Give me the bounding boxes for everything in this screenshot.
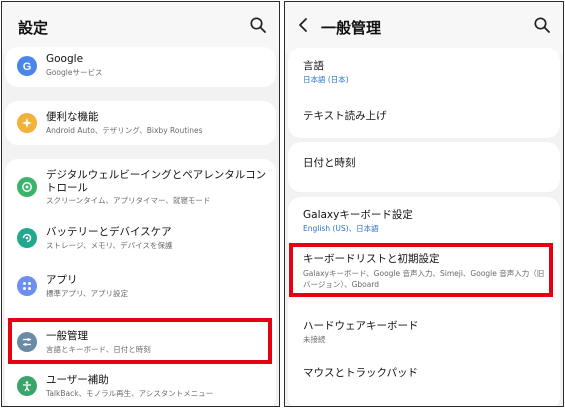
general-item-mouse-trackpad[interactable]: マウスとトラックパッド [288, 357, 560, 397]
settings-item-accessibility[interactable]: ユーザー補助 TalkBack、モノラル再生、アシスタントメニュー [5, 365, 276, 406]
search-icon[interactable] [249, 16, 267, 34]
item-subtitle: English (US)、日本語 [303, 224, 379, 233]
item-subtitle: 未接続 [303, 335, 326, 344]
item-subtitle: Googleサービス [46, 68, 103, 77]
item-subtitle: ストレージ、メモリ、デバイスを保護 [46, 241, 173, 250]
general-item-hardware-keyboard[interactable]: ハードウェアキーボード 未接続 [288, 309, 560, 353]
general-card-keyboard: Galaxyキーボード設定 English (US)、日本語 キーボードリストと… [288, 197, 560, 406]
device-care-icon [17, 228, 37, 248]
item-title: キーボードリストと初期設定 [303, 253, 440, 265]
page-title: 一般管理 [321, 19, 382, 37]
settings-card-google: G Google Googleサービス [5, 47, 276, 87]
apps-icon [17, 276, 37, 296]
google-icon: G [17, 56, 37, 76]
item-subtitle-line1: Galaxyキーボード、Google 音声入力、Simeji、Google 音声… [303, 269, 545, 278]
item-subtitle: 日本語 (日本) [303, 75, 349, 84]
item-title: 日付と時刻 [303, 157, 356, 169]
item-subtitle: スクリーンタイム、アプリタイマー、就寝モード [46, 196, 211, 205]
item-title: 便利な機能 [46, 111, 99, 123]
settings-item-google[interactable]: G Google Googleサービス [5, 47, 276, 87]
settings-item-general-management[interactable]: 一般管理 言語とキーボード、日付と時刻 [5, 321, 276, 365]
general-item-galaxy-keyboard[interactable]: Galaxyキーボード設定 English (US)、日本語 [288, 197, 560, 241]
search-icon[interactable] [533, 16, 551, 34]
general-management-panel: 一般管理 言語 日本語 (日本) テキスト読み上げ 日付と時刻 Galaxyキー… [284, 1, 564, 407]
wellbeing-icon [17, 177, 37, 197]
item-title: ハードウェアキーボード [303, 320, 419, 332]
item-title: デジタルウェルビーイングとペアレンタルコントロール [46, 169, 267, 194]
item-title: 一般管理 [46, 330, 88, 342]
item-title: バッテリーとデバイスケア [46, 226, 172, 238]
general-item-language[interactable]: 言語 日本語 (日本) [288, 48, 560, 94]
item-title: Galaxyキーボード設定 [303, 209, 413, 221]
general-management-header: 一般管理 [285, 2, 563, 54]
sliders-icon [17, 332, 37, 352]
item-title: テキスト読み上げ [303, 110, 387, 122]
settings-item-advanced-features[interactable]: 便利な機能 Android Auto、テザリング、Bixby Routines [5, 101, 276, 145]
accessibility-icon [17, 376, 37, 396]
settings-item-wellbeing[interactable]: デジタルウェルビーイングとペアレンタルコントロール スクリーンタイム、アプリタイ… [5, 159, 276, 211]
plus-star-icon [17, 113, 37, 133]
page-title: 設定 [18, 19, 49, 37]
general-card-language: 言語 日本語 (日本) テキスト読み上げ [288, 48, 560, 138]
item-subtitle: 標準アプリ、アプリ設定 [46, 289, 129, 298]
item-title: Google [46, 53, 84, 65]
item-subtitle: Android Auto、テザリング、Bixby Routines [46, 126, 203, 135]
general-item-text-to-speech[interactable]: テキスト読み上げ [288, 94, 560, 138]
item-subtitle: 言語とキーボード、日付と時刻 [46, 345, 151, 354]
item-title: ユーザー補助 [46, 374, 109, 386]
general-item-date-time[interactable]: 日付と時刻 [288, 142, 560, 192]
settings-card-advanced: 便利な機能 Android Auto、テザリング、Bixby Routines [5, 101, 276, 145]
item-title: マウスとトラックパッド [303, 367, 418, 379]
settings-card-main: デジタルウェルビーイングとペアレンタルコントロール スクリーンタイム、アプリタイ… [5, 159, 276, 406]
svg-text:G: G [23, 61, 32, 72]
item-subtitle: TalkBack、モノラル再生、アシスタントメニュー [46, 389, 214, 398]
settings-item-apps[interactable]: アプリ 標準アプリ、アプリ設定 [5, 265, 276, 309]
general-item-keyboard-list[interactable]: キーボードリストと初期設定 Galaxyキーボード、Google 音声入力、Si… [288, 247, 560, 301]
settings-panel: 設定 G Google Googleサービス 便利な機能 Android Aut… [1, 1, 280, 407]
general-card-date-time: 日付と時刻 [288, 142, 560, 192]
settings-item-battery-device-care[interactable]: バッテリーとデバイスケア ストレージ、メモリ、デバイスを保護 [5, 217, 276, 261]
item-subtitle-line2: バージョン）、Gboard [303, 280, 380, 289]
item-title: 言語 [303, 60, 324, 72]
back-arrow-icon[interactable] [295, 16, 313, 34]
item-title: アプリ [46, 274, 78, 286]
